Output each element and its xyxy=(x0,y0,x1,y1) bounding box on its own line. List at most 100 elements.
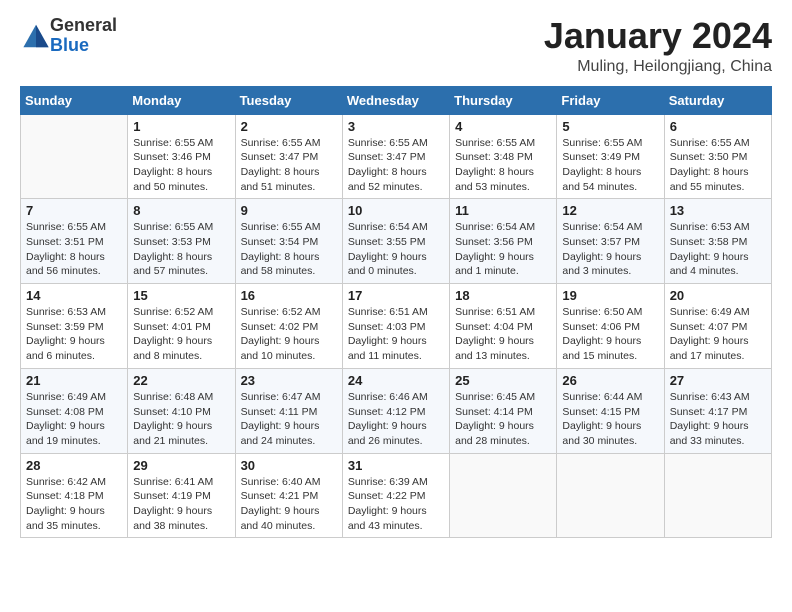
day-number-14: 14 xyxy=(26,288,122,303)
day-info-27: Sunrise: 6:43 AMSunset: 4:17 PMDaylight:… xyxy=(670,390,766,449)
day-number-2: 2 xyxy=(241,119,337,134)
col-thursday: Thursday xyxy=(450,86,557,114)
day-number-9: 9 xyxy=(241,203,337,218)
location: Muling, Heilongjiang, China xyxy=(544,58,772,76)
cell-w2-d7: 13 Sunrise: 6:53 AMSunset: 3:58 PMDayligh… xyxy=(664,199,771,284)
title-block: January 2024 Muling, Heilongjiang, China xyxy=(544,16,772,76)
week-row-5: 28 Sunrise: 6:42 AMSunset: 4:18 PMDayligh… xyxy=(21,453,772,538)
cell-w5-d3: 30Sunrise: 6:40 AMSunset: 4:21 PMDayligh… xyxy=(235,453,342,538)
cell-w1-d7: 6 Sunrise: 6:55 AMSunset: 3:50 PMDaylight… xyxy=(664,114,771,199)
cell-w1-d6: 5 Sunrise: 6:55 AMSunset: 3:49 PMDaylight… xyxy=(557,114,664,199)
col-sunday: Sunday xyxy=(21,86,128,114)
cell-w5-d4: 31Sunrise: 6:39 AMSunset: 4:22 PMDayligh… xyxy=(342,453,449,538)
day-info-14: Sunrise: 6:53 AMSunset: 3:59 PMDaylight:… xyxy=(26,305,122,364)
day-info-9: Sunrise: 6:55 AMSunset: 3:54 PMDaylight:… xyxy=(241,220,337,279)
cell-w5-d2: 29Sunrise: 6:41 AMSunset: 4:19 PMDayligh… xyxy=(128,453,235,538)
day-info-26: Sunrise: 6:44 AMSunset: 4:15 PMDaylight:… xyxy=(562,390,658,449)
cell-w4-d2: 22 Sunrise: 6:48 AMSunset: 4:10 PMDayligh… xyxy=(128,368,235,453)
col-wednesday: Wednesday xyxy=(342,86,449,114)
day-number-4: 4 xyxy=(455,119,551,134)
day-number-22: 22 xyxy=(133,373,229,388)
day-number-13: 13 xyxy=(670,203,766,218)
day-number-3: 3 xyxy=(348,119,444,134)
cell-w4-d1: 21 Sunrise: 6:49 AMSunset: 4:08 PMDayligh… xyxy=(21,368,128,453)
logo-blue-text: Blue xyxy=(50,36,117,56)
calendar-body: 1Sunrise: 6:55 AMSunset: 3:46 PMDaylight… xyxy=(21,114,772,538)
day-info-15: Sunrise: 6:52 AMSunset: 4:01 PMDaylight:… xyxy=(133,305,229,364)
cell-w5-d5 xyxy=(450,453,557,538)
day-info-21: Sunrise: 6:49 AMSunset: 4:08 PMDaylight:… xyxy=(26,390,122,449)
day-number-31: 31 xyxy=(348,458,444,473)
month-title: January 2024 xyxy=(544,16,772,56)
day-info-13: Sunrise: 6:53 AMSunset: 3:58 PMDaylight:… xyxy=(670,220,766,279)
day-number-7: 7 xyxy=(26,203,122,218)
header: General Blue January 2024 Muling, Heilon… xyxy=(20,16,772,76)
day-number-23: 23 xyxy=(241,373,337,388)
cell-w5-d6 xyxy=(557,453,664,538)
day-number-25: 25 xyxy=(455,373,551,388)
day-info-16: Sunrise: 6:52 AMSunset: 4:02 PMDaylight:… xyxy=(241,305,337,364)
cell-w3-d6: 19Sunrise: 6:50 AMSunset: 4:06 PMDayligh… xyxy=(557,284,664,369)
calendar-header: Sunday Monday Tuesday Wednesday Thursday… xyxy=(21,86,772,114)
day-info-11: Sunrise: 6:54 AMSunset: 3:56 PMDaylight:… xyxy=(455,220,551,279)
cell-w4-d3: 23 Sunrise: 6:47 AMSunset: 4:11 PMDayligh… xyxy=(235,368,342,453)
day-number-11: 11 xyxy=(455,203,551,218)
cell-w2-d4: 10Sunrise: 6:54 AMSunset: 3:55 PMDayligh… xyxy=(342,199,449,284)
day-info-3: Sunrise: 6:55 AMSunset: 3:47 PMDaylight:… xyxy=(348,136,444,195)
calendar-table: Sunday Monday Tuesday Wednesday Thursday… xyxy=(20,86,772,539)
day-info-25: Sunrise: 6:45 AMSunset: 4:14 PMDaylight:… xyxy=(455,390,551,449)
day-info-24: Sunrise: 6:46 AMSunset: 4:12 PMDaylight:… xyxy=(348,390,444,449)
cell-w3-d2: 15 Sunrise: 6:52 AMSunset: 4:01 PMDayligh… xyxy=(128,284,235,369)
col-saturday: Saturday xyxy=(664,86,771,114)
page: General Blue January 2024 Muling, Heilon… xyxy=(0,0,792,612)
cell-w1-d5: 4 Sunrise: 6:55 AMSunset: 3:48 PMDaylight… xyxy=(450,114,557,199)
day-info-29: Sunrise: 6:41 AMSunset: 4:19 PMDaylight:… xyxy=(133,475,229,534)
day-number-21: 21 xyxy=(26,373,122,388)
cell-w5-d1: 28 Sunrise: 6:42 AMSunset: 4:18 PMDayligh… xyxy=(21,453,128,538)
col-tuesday: Tuesday xyxy=(235,86,342,114)
day-number-18: 18 xyxy=(455,288,551,303)
day-info-23: Sunrise: 6:47 AMSunset: 4:11 PMDaylight:… xyxy=(241,390,337,449)
day-info-7: Sunrise: 6:55 AMSunset: 3:51 PMDaylight:… xyxy=(26,220,122,279)
logo-icon xyxy=(22,22,50,50)
cell-w2-d1: 7 Sunrise: 6:55 AMSunset: 3:51 PMDaylight… xyxy=(21,199,128,284)
day-number-6: 6 xyxy=(670,119,766,134)
day-number-28: 28 xyxy=(26,458,122,473)
day-number-15: 15 xyxy=(133,288,229,303)
day-number-1: 1 xyxy=(133,119,229,134)
col-friday: Friday xyxy=(557,86,664,114)
day-info-6: Sunrise: 6:55 AMSunset: 3:50 PMDaylight:… xyxy=(670,136,766,195)
day-number-17: 17 xyxy=(348,288,444,303)
day-info-28: Sunrise: 6:42 AMSunset: 4:18 PMDaylight:… xyxy=(26,475,122,534)
day-number-8: 8 xyxy=(133,203,229,218)
day-info-12: Sunrise: 6:54 AMSunset: 3:57 PMDaylight:… xyxy=(562,220,658,279)
day-number-27: 27 xyxy=(670,373,766,388)
day-info-20: Sunrise: 6:49 AMSunset: 4:07 PMDaylight:… xyxy=(670,305,766,364)
col-monday: Monday xyxy=(128,86,235,114)
cell-w4-d7: 27 Sunrise: 6:43 AMSunset: 4:17 PMDayligh… xyxy=(664,368,771,453)
day-info-5: Sunrise: 6:55 AMSunset: 3:49 PMDaylight:… xyxy=(562,136,658,195)
day-number-16: 16 xyxy=(241,288,337,303)
day-number-19: 19 xyxy=(562,288,658,303)
cell-w3-d3: 16 Sunrise: 6:52 AMSunset: 4:02 PMDayligh… xyxy=(235,284,342,369)
day-info-4: Sunrise: 6:55 AMSunset: 3:48 PMDaylight:… xyxy=(455,136,551,195)
day-info-18: Sunrise: 6:51 AMSunset: 4:04 PMDaylight:… xyxy=(455,305,551,364)
logo-text: General Blue xyxy=(50,16,117,56)
cell-w3-d4: 17Sunrise: 6:51 AMSunset: 4:03 PMDayligh… xyxy=(342,284,449,369)
cell-w3-d7: 20 Sunrise: 6:49 AMSunset: 4:07 PMDayligh… xyxy=(664,284,771,369)
day-number-12: 12 xyxy=(562,203,658,218)
week-row-4: 21 Sunrise: 6:49 AMSunset: 4:08 PMDayligh… xyxy=(21,368,772,453)
cell-w1-d4: 3 Sunrise: 6:55 AMSunset: 3:47 PMDaylight… xyxy=(342,114,449,199)
day-info-2: Sunrise: 6:55 AMSunset: 3:47 PMDaylight:… xyxy=(241,136,337,195)
day-number-30: 30 xyxy=(241,458,337,473)
week-row-1: 1Sunrise: 6:55 AMSunset: 3:46 PMDaylight… xyxy=(21,114,772,199)
day-info-22: Sunrise: 6:48 AMSunset: 4:10 PMDaylight:… xyxy=(133,390,229,449)
day-number-5: 5 xyxy=(562,119,658,134)
logo-general-text: General xyxy=(50,16,117,36)
week-row-2: 7 Sunrise: 6:55 AMSunset: 3:51 PMDaylight… xyxy=(21,199,772,284)
day-number-24: 24 xyxy=(348,373,444,388)
cell-w4-d6: 26Sunrise: 6:44 AMSunset: 4:15 PMDayligh… xyxy=(557,368,664,453)
day-number-20: 20 xyxy=(670,288,766,303)
cell-w1-d1 xyxy=(21,114,128,199)
header-row: Sunday Monday Tuesday Wednesday Thursday… xyxy=(21,86,772,114)
